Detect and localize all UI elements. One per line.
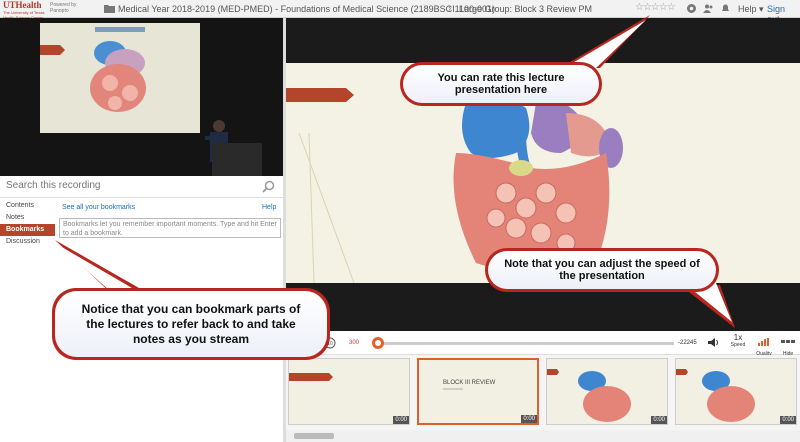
bookmark-callout: Notice that you can bookmark parts of th… — [52, 288, 330, 360]
speed-callout: Note that you can adjust the speed of th… — [485, 248, 719, 292]
rate-callout: You can rate this lecture presentation h… — [400, 62, 602, 106]
callout-pointers — [55, 15, 735, 328]
